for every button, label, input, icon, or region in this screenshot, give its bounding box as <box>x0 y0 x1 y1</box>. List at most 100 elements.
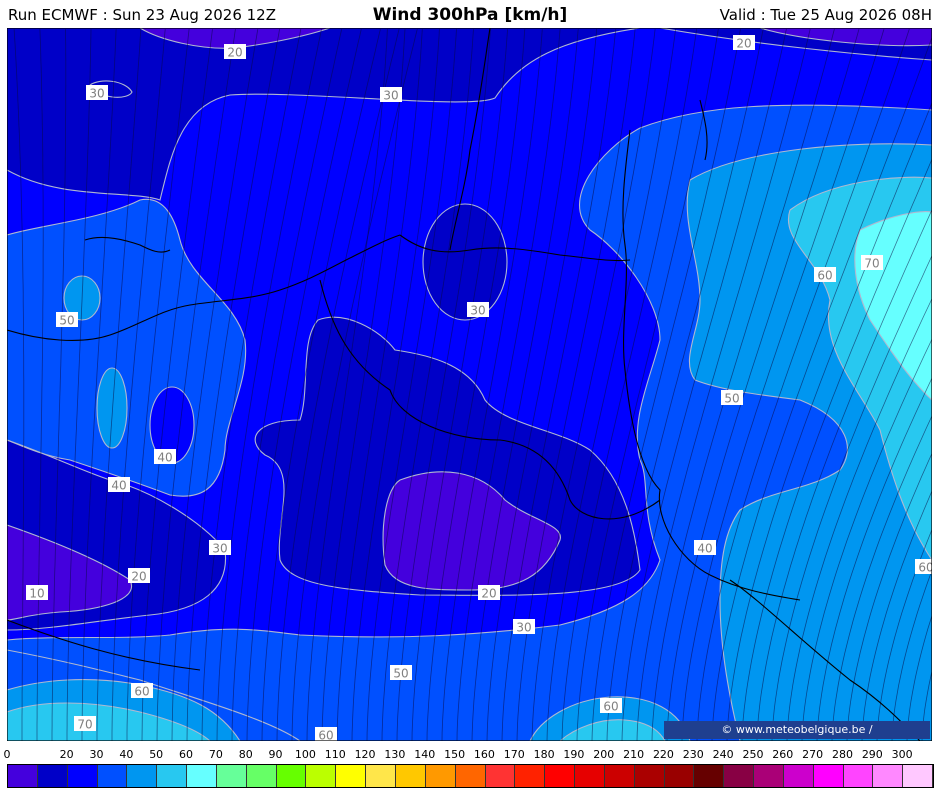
contour-label-text: 70 <box>77 718 92 732</box>
contour-label: 20 <box>224 44 246 60</box>
legend-swatch <box>455 765 486 787</box>
header: Run ECMWF : Sun 23 Aug 2026 12Z Wind 300… <box>0 0 940 28</box>
legend-tick-label: 220 <box>652 748 674 761</box>
legend-tick-label: 180 <box>533 748 555 761</box>
contour-label: 60 <box>915 559 932 575</box>
contour-label: 50 <box>721 390 743 406</box>
contour-label-text: 50 <box>393 667 408 681</box>
contour-label-text: 30 <box>212 542 227 556</box>
legend-tick-label: 100 <box>294 748 316 761</box>
legend-tick-label: 170 <box>503 748 525 761</box>
legend-tick-label: 60 <box>179 748 194 761</box>
contour-label-text: 60 <box>918 561 932 575</box>
legend-swatch <box>754 765 784 787</box>
legend-swatch <box>903 765 934 787</box>
legend-tick-label: 260 <box>772 748 794 761</box>
contour-label-text: 30 <box>89 87 104 101</box>
contour-label-text: 20 <box>736 37 751 51</box>
contour-label-text: 60 <box>817 269 832 283</box>
valid-time: Valid : Tue 25 Aug 2026 08H <box>719 6 932 24</box>
legend-swatch <box>395 765 426 787</box>
legend-tick-label: 70 <box>208 748 223 761</box>
legend-swatch <box>425 765 456 787</box>
wind-map: 20 20 30 30 60 70 50 30 50 40 40 40 30 20 60 10 20 30 50 60… <box>7 28 932 741</box>
contour-label-text: 40 <box>157 451 172 465</box>
contour-label-text: 30 <box>383 89 398 103</box>
legend-swatch <box>783 765 814 787</box>
legend-swatch <box>8 765 38 787</box>
contour-label: 30 <box>467 302 489 318</box>
legend-swatch <box>634 765 665 787</box>
legend-swatch <box>67 765 98 787</box>
legend-swatch <box>485 765 516 787</box>
legend-swatch <box>724 765 755 787</box>
contour-label: 60 <box>600 698 622 714</box>
contour-label-text: 50 <box>59 314 74 328</box>
legend-swatch <box>813 765 844 787</box>
legend-tick-label: 230 <box>682 748 704 761</box>
contour-label-text: 20 <box>227 46 242 60</box>
contour-label-text: 30 <box>516 621 531 635</box>
legend-tick-label: 270 <box>802 748 824 761</box>
contour-label: 70 <box>74 716 96 732</box>
contour-label-text: 40 <box>111 479 126 493</box>
contour-label-text: 60 <box>134 685 149 699</box>
legend-swatch <box>604 765 635 787</box>
contour-label-text: 60 <box>603 700 618 714</box>
contour-label-text: 10 <box>29 587 44 601</box>
legend-tick-label: 110 <box>324 748 346 761</box>
legend-swatch <box>545 765 576 787</box>
legend-swatch <box>336 765 367 787</box>
legend-tick-label: 80 <box>238 748 253 761</box>
legend-tick-label: 240 <box>712 748 734 761</box>
contour-label: 60 <box>315 727 337 741</box>
contour-label: 10 <box>26 585 48 601</box>
legend-swatch <box>127 765 158 787</box>
contour-label: 40 <box>694 540 716 556</box>
contour-label-text: 20 <box>481 587 496 601</box>
contour-label: 40 <box>154 449 176 465</box>
contour-label: 20 <box>733 35 755 51</box>
contour-label-text: 40 <box>697 542 712 556</box>
legend-swatch <box>37 765 68 787</box>
legend-swatch <box>276 765 307 787</box>
legend-swatch <box>694 765 725 787</box>
legend-tick-label: 290 <box>861 748 883 761</box>
contour-label: 30 <box>513 619 535 635</box>
legend-tick-label: 40 <box>119 748 134 761</box>
legend-swatch <box>246 765 277 787</box>
legend-swatch <box>664 765 695 787</box>
contour-label-text: 30 <box>470 304 485 318</box>
contour-label-text: 20 <box>131 570 146 584</box>
legend-tick-label: 280 <box>831 748 853 761</box>
contour-label-text: 50 <box>724 392 739 406</box>
legend-tick-label: 300 <box>891 748 913 761</box>
legend-tick-label: 90 <box>268 748 283 761</box>
legend-tick-label: 250 <box>742 748 764 761</box>
contour-label-text: 70 <box>864 257 879 271</box>
legend-tick-label: 50 <box>149 748 164 761</box>
legend-swatch <box>187 765 217 787</box>
legend-swatch <box>366 765 396 787</box>
legend-swatch <box>515 765 546 787</box>
contour-label: 40 <box>108 477 130 493</box>
contour-label: 60 <box>131 683 153 699</box>
legend-tick-label: 120 <box>354 748 376 761</box>
legend-swatch <box>843 765 874 787</box>
legend-tick-label: 130 <box>384 748 406 761</box>
legend-swatch <box>157 765 188 787</box>
color-legend: 0 20 30 40 50 60 70 80 90 100 110 120 130 140 150 160 17… <box>0 745 940 800</box>
legend-tick-label: 140 <box>414 748 436 761</box>
contour-label: 30 <box>86 85 108 101</box>
contour-label: 50 <box>390 665 412 681</box>
legend-swatch <box>873 765 904 787</box>
legend-swatch <box>216 765 247 787</box>
legend-tick-label: 160 <box>473 748 495 761</box>
contour-label: 70 <box>861 255 883 271</box>
contour-label: 20 <box>128 568 150 584</box>
legend-tick-label: 0 <box>3 748 11 761</box>
contour-label: 20 <box>478 585 500 601</box>
legend-tick-label: 150 <box>444 748 466 761</box>
legend-tick-label: 200 <box>593 748 615 761</box>
legend-tick-label: 210 <box>623 748 645 761</box>
